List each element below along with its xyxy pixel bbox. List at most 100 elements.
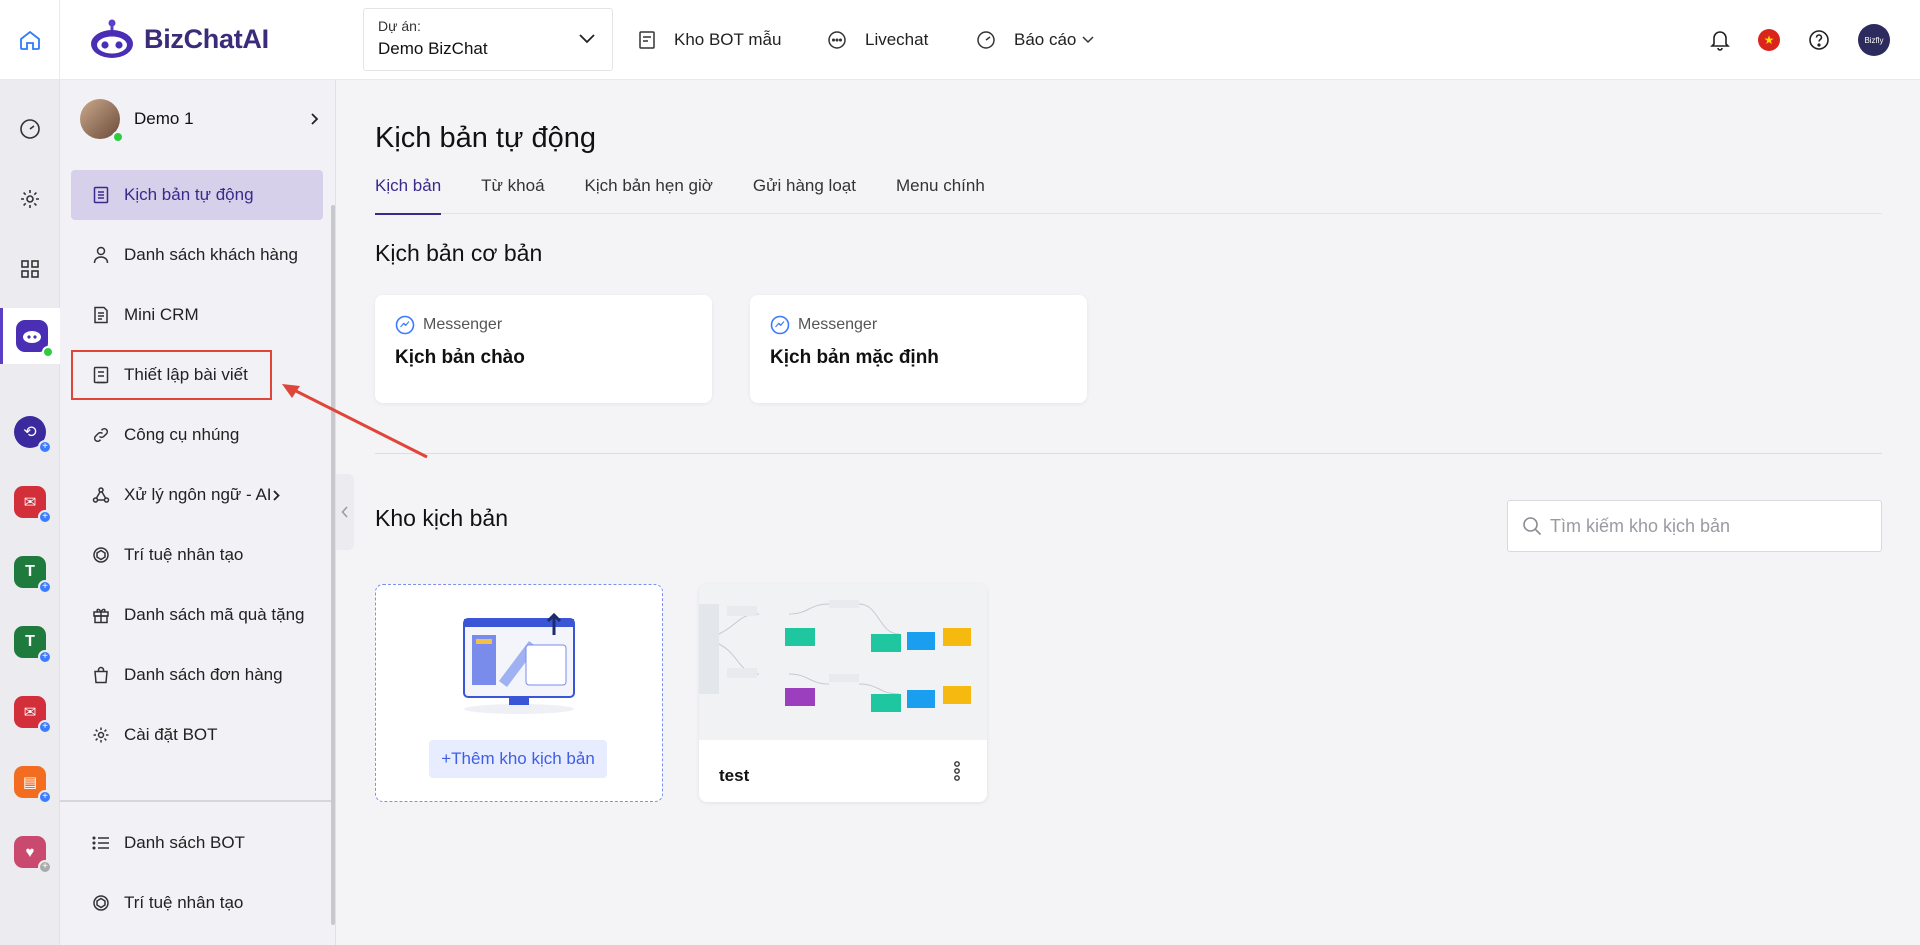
nav-reports[interactable]: Báo cáo — [976, 0, 1094, 80]
sidebar-item-label: Danh sách khách hàng — [124, 245, 298, 264]
gauge-icon — [20, 119, 40, 139]
user-icon — [90, 246, 112, 264]
sidebar-scrollbar[interactable] — [331, 205, 335, 925]
home-icon — [19, 30, 40, 50]
add-library-button[interactable]: +Thêm kho kịch bản — [429, 740, 607, 778]
sidebar-item-label: Công cụ nhúng — [124, 425, 240, 444]
sidebar-item-ai[interactable]: Trí tuệ nhân tạo — [71, 530, 323, 580]
project-select[interactable]: Dự án: Demo BizChat — [363, 8, 613, 71]
chevron-down-icon — [1082, 36, 1094, 44]
script-name: Kịch bản mặc định — [770, 347, 939, 368]
nav-label: Kho BOT mẫu — [674, 30, 782, 49]
chevron-down-icon — [579, 34, 595, 44]
sidebar-item-label: Kịch bản tự động — [124, 185, 254, 204]
bot-name: Demo 1 — [134, 109, 194, 128]
ai-knot-icon — [90, 894, 112, 912]
messenger-icon — [395, 315, 415, 335]
rail-bot-active[interactable] — [0, 308, 60, 364]
help-icon[interactable] — [1808, 29, 1830, 51]
header-actions: ★ Bizfly — [1710, 0, 1890, 80]
gauge-icon — [977, 31, 995, 49]
project-label: Dự án: — [378, 18, 421, 34]
t-app-icon: T + — [14, 556, 52, 594]
tab-bar: Kịch bản Từ khoá Kịch bản hẹn giờ Gửi hà… — [375, 176, 1882, 215]
nav-bot-templates[interactable]: Kho BOT mẫu — [638, 0, 781, 80]
bot-switcher[interactable]: Demo 1 — [80, 94, 320, 144]
shop-app-icon: ▤ + — [14, 766, 52, 804]
nav-livechat[interactable]: Livechat — [827, 0, 928, 80]
gear-icon — [90, 726, 112, 744]
sidebar-divider — [60, 800, 334, 802]
add-library-card[interactable]: +Thêm kho kịch bản — [375, 584, 663, 802]
rail-app-2[interactable]: ✉ + — [0, 477, 60, 527]
library-script-card[interactable]: test — [699, 584, 987, 802]
rail-apps[interactable] — [0, 244, 60, 294]
document-icon — [90, 306, 112, 324]
script-card-default[interactable]: Messenger Kịch bản mặc định — [750, 295, 1087, 403]
bot-sidebar: Demo 1 Kịch bản tự động Danh sách khách … — [60, 80, 336, 945]
project-value: Demo BizChat — [378, 39, 488, 58]
search-icon — [1523, 517, 1542, 536]
home-button[interactable] — [0, 0, 60, 80]
sidebar-item-label: Danh sách đơn hàng — [124, 665, 283, 684]
bot-logo-icon — [91, 19, 133, 58]
rail-app-1[interactable]: ⟲ + — [0, 407, 60, 457]
basic-scripts-heading: Kịch bản cơ bản — [375, 240, 543, 266]
post-icon — [90, 366, 112, 384]
sidebar-item-label: Danh sách BOT — [124, 833, 245, 852]
t-app-icon: T + — [14, 626, 52, 664]
bot-app-icon — [15, 320, 54, 358]
rail-settings[interactable] — [0, 174, 60, 224]
sidebar-item-post-settings[interactable]: Thiết lập bài viết — [71, 350, 272, 400]
channel-label: Messenger — [798, 316, 878, 333]
grid-icon — [21, 260, 39, 278]
language-flag-icon[interactable]: ★ — [1758, 29, 1780, 51]
sidebar-item-label: Xử lý ngôn ngữ - AI — [124, 485, 272, 504]
sidebar-item-label: Trí tuệ nhân tạo — [124, 893, 244, 912]
more-vertical-icon[interactable] — [953, 760, 961, 782]
sidebar-item-auto-scripts[interactable]: Kịch bản tự động — [71, 170, 323, 220]
bot-avatar — [80, 99, 124, 143]
tab-main-menu[interactable]: Menu chính — [896, 176, 985, 214]
rail-app-3[interactable]: T + — [0, 547, 60, 597]
sidebar-item-bot-list[interactable]: Danh sách BOT — [71, 818, 323, 868]
sidebar-item-gift-codes[interactable]: Danh sách mã quà tặng — [71, 590, 323, 640]
sidebar-item-customers[interactable]: Danh sách khách hàng — [71, 230, 323, 280]
rail-app-4[interactable]: T + — [0, 617, 60, 667]
shopping-bag-icon — [90, 666, 112, 684]
sidebar-item-ai-bottom[interactable]: Trí tuệ nhân tạo — [71, 878, 323, 928]
sidebar-collapse-toggle[interactable] — [336, 474, 354, 550]
bell-icon[interactable] — [1710, 29, 1730, 51]
script-library-heading: Kho kịch bản — [375, 505, 508, 531]
tab-keywords[interactable]: Từ khoá — [481, 176, 544, 214]
sidebar-item-nlp-ai[interactable]: Xử lý ngôn ngữ - AI — [71, 470, 323, 520]
sidebar-item-bot-settings[interactable]: Cài đặt BOT — [71, 710, 323, 760]
sidebar-item-label: Thiết lập bài viết — [124, 365, 248, 384]
nav-label: Báo cáo — [1014, 30, 1077, 49]
sync-app-icon: ⟲ + — [14, 416, 52, 454]
rail-app-6[interactable]: ▤ + — [0, 757, 60, 807]
tab-scheduled-scripts[interactable]: Kịch bản hẹn giờ — [585, 176, 713, 214]
tab-bulk-send[interactable]: Gửi hàng loạt — [753, 176, 856, 214]
search-input[interactable] — [1550, 515, 1850, 537]
rail-dashboard[interactable] — [0, 104, 60, 154]
user-avatar[interactable]: Bizfly — [1858, 24, 1890, 56]
flow-thumbnail — [699, 584, 987, 740]
rail-app-7[interactable]: ♥ + — [0, 827, 60, 877]
sidebar-item-mini-crm[interactable]: Mini CRM — [71, 290, 323, 340]
sidebar-item-orders[interactable]: Danh sách đơn hàng — [71, 650, 323, 700]
tab-scripts[interactable]: Kịch bản — [375, 176, 442, 215]
library-search[interactable] — [1507, 500, 1882, 552]
channel-row: Messenger — [395, 315, 692, 335]
sidebar-item-label: Mini CRM — [124, 305, 199, 324]
page-title: Kịch bản tự động — [375, 122, 596, 154]
online-status-icon — [41, 346, 54, 358]
app-logo[interactable]: BizChatAI — [88, 14, 269, 64]
chat-bubble-icon — [828, 31, 846, 49]
list-icon — [90, 835, 112, 851]
ai-knot-icon — [90, 546, 112, 564]
top-header: BizChatAI Dự án: Demo BizChat Kho BOT mẫ… — [0, 0, 1920, 80]
chevron-right-icon — [273, 489, 280, 501]
rail-app-5[interactable]: ✉ + — [0, 687, 60, 737]
link-icon — [90, 426, 112, 444]
